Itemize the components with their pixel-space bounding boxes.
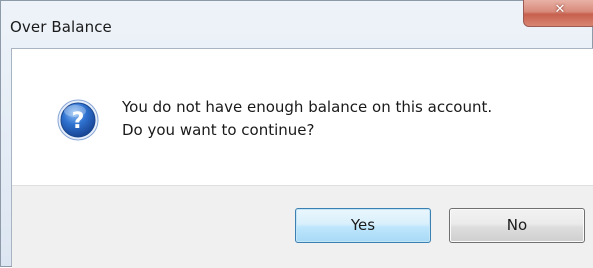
svg-text:?: ? bbox=[72, 109, 85, 134]
message-text-line-2: Do you want to continue? bbox=[122, 121, 315, 139]
dialog-title: Over Balance bbox=[10, 18, 112, 36]
close-icon: ✕ bbox=[554, 2, 566, 17]
message-text-line-1: You do not have enough balance on this a… bbox=[122, 98, 493, 116]
message-area: ? You do not have enough balance on this… bbox=[12, 49, 593, 184]
close-button[interactable]: ✕ bbox=[523, 0, 593, 27]
dialog-client-area: ? You do not have enough balance on this… bbox=[11, 48, 593, 268]
title-bar[interactable]: Over Balance ✕ bbox=[1, 0, 593, 48]
question-icon: ? bbox=[57, 99, 99, 141]
no-button[interactable]: No bbox=[449, 208, 585, 243]
dialog-window: Over Balance ✕ ? You do not have enough … bbox=[0, 0, 593, 268]
button-bar: Yes No bbox=[12, 185, 593, 268]
yes-button[interactable]: Yes bbox=[295, 208, 431, 243]
